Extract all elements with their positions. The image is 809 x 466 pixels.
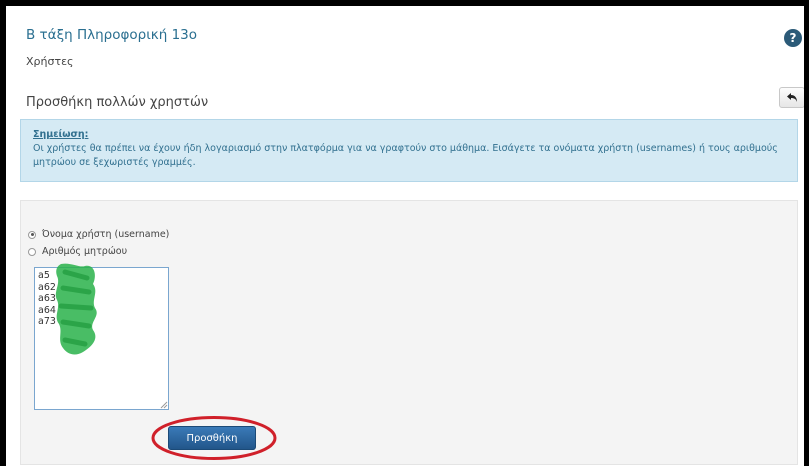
radio-button[interactable] bbox=[28, 230, 36, 239]
breadcrumb: Χρήστες bbox=[26, 55, 74, 68]
reply-arrow-icon bbox=[786, 93, 797, 102]
radio-label-registration: Αριθμός μητρώου bbox=[42, 246, 128, 257]
question-circle-icon[interactable]: ? bbox=[784, 29, 802, 47]
note-alert: Σημείωση: Οι χρήστες θα πρέπει να έχουν … bbox=[20, 119, 798, 182]
resize-grip-icon[interactable] bbox=[158, 399, 168, 409]
radio-registration-number[interactable]: Αριθμός μητρώου bbox=[28, 246, 127, 257]
back-button[interactable] bbox=[779, 87, 804, 108]
radio-button[interactable] bbox=[28, 247, 36, 256]
radio-label-username: Όνομα χρήστη (username) bbox=[42, 229, 170, 240]
note-title: Σημείωση: bbox=[33, 129, 89, 140]
add-button[interactable]: Προσθήκη bbox=[168, 426, 256, 450]
radio-username[interactable]: Όνομα χρήστη (username) bbox=[28, 229, 169, 240]
page-title: Προσθήκη πολλών χρηστών bbox=[26, 95, 209, 110]
note-text: Οι χρήστες θα πρέπει να έχουν ήδη λογαρι… bbox=[33, 143, 778, 168]
usernames-textarea[interactable]: a5 a62 a63 a64 a73 bbox=[34, 267, 169, 410]
course-title[interactable]: Β τάξη Πληροφορική 13ο bbox=[26, 27, 197, 43]
